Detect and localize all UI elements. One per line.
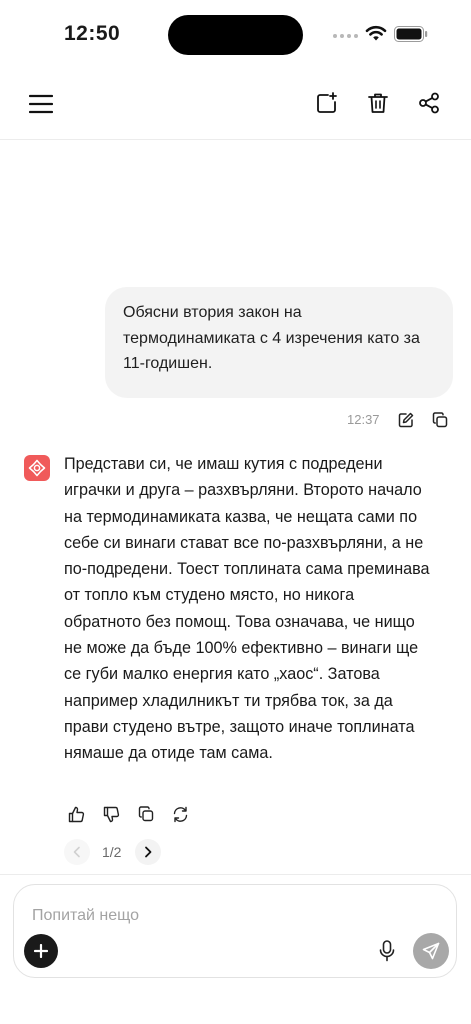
response-pager: 1/2	[64, 839, 174, 865]
assistant-logo-icon	[28, 459, 46, 477]
wifi-icon	[365, 25, 387, 41]
user-message-text: Обясни втория закон на термодинамиката с…	[123, 304, 420, 372]
top-nav	[0, 70, 471, 140]
thumbs-down-icon	[103, 806, 119, 822]
thumbs-up-icon	[68, 806, 84, 822]
pager-label: 1/2	[102, 844, 122, 860]
menu-icon	[29, 94, 53, 114]
battery-icon	[394, 26, 428, 42]
copy-icon	[432, 412, 448, 428]
assistant-message-actions	[62, 800, 262, 828]
send-button[interactable]	[413, 933, 449, 969]
attach-button[interactable]	[24, 934, 58, 968]
copy-icon	[138, 806, 154, 822]
new-chat-button[interactable]	[309, 85, 345, 121]
message-input[interactable]	[32, 902, 432, 930]
status-time: 12:50	[64, 22, 121, 45]
assistant-avatar	[24, 455, 50, 481]
next-response-button[interactable]	[135, 839, 161, 865]
share-button[interactable]	[411, 85, 447, 121]
thumbs-up-button[interactable]	[62, 800, 90, 828]
plus-icon	[34, 944, 48, 958]
send-icon	[422, 942, 440, 960]
voice-input-button[interactable]	[375, 939, 399, 963]
menu-button[interactable]	[23, 86, 59, 122]
share-icon	[419, 92, 439, 114]
delete-chat-button[interactable]	[360, 85, 396, 121]
dynamic-island	[168, 15, 303, 55]
composer-divider	[0, 874, 471, 875]
composer	[13, 884, 457, 978]
trash-icon	[368, 93, 388, 113]
regenerate-button[interactable]	[166, 800, 194, 828]
user-message-meta: 12:37	[0, 408, 471, 432]
assistant-message-text: Представи си, че имаш кутия с подредени …	[64, 455, 430, 763]
status-bar: 12:50	[0, 0, 471, 70]
regenerate-icon	[173, 806, 187, 822]
microphone-icon	[379, 940, 395, 962]
edit-message-button[interactable]	[395, 409, 417, 431]
new-chat-icon	[317, 92, 337, 113]
signal-dots-icon	[333, 34, 358, 38]
previous-response-button[interactable]	[64, 839, 90, 865]
chevron-left-icon	[73, 846, 80, 858]
edit-icon	[398, 412, 414, 428]
copy-response-button[interactable]	[132, 800, 160, 828]
message-timestamp: 12:37	[347, 412, 380, 427]
chevron-right-icon	[145, 846, 152, 858]
thumbs-down-button[interactable]	[97, 800, 125, 828]
user-message-bubble: Обясни втория закон на термодинамиката с…	[105, 287, 453, 398]
copy-message-button[interactable]	[429, 409, 451, 431]
